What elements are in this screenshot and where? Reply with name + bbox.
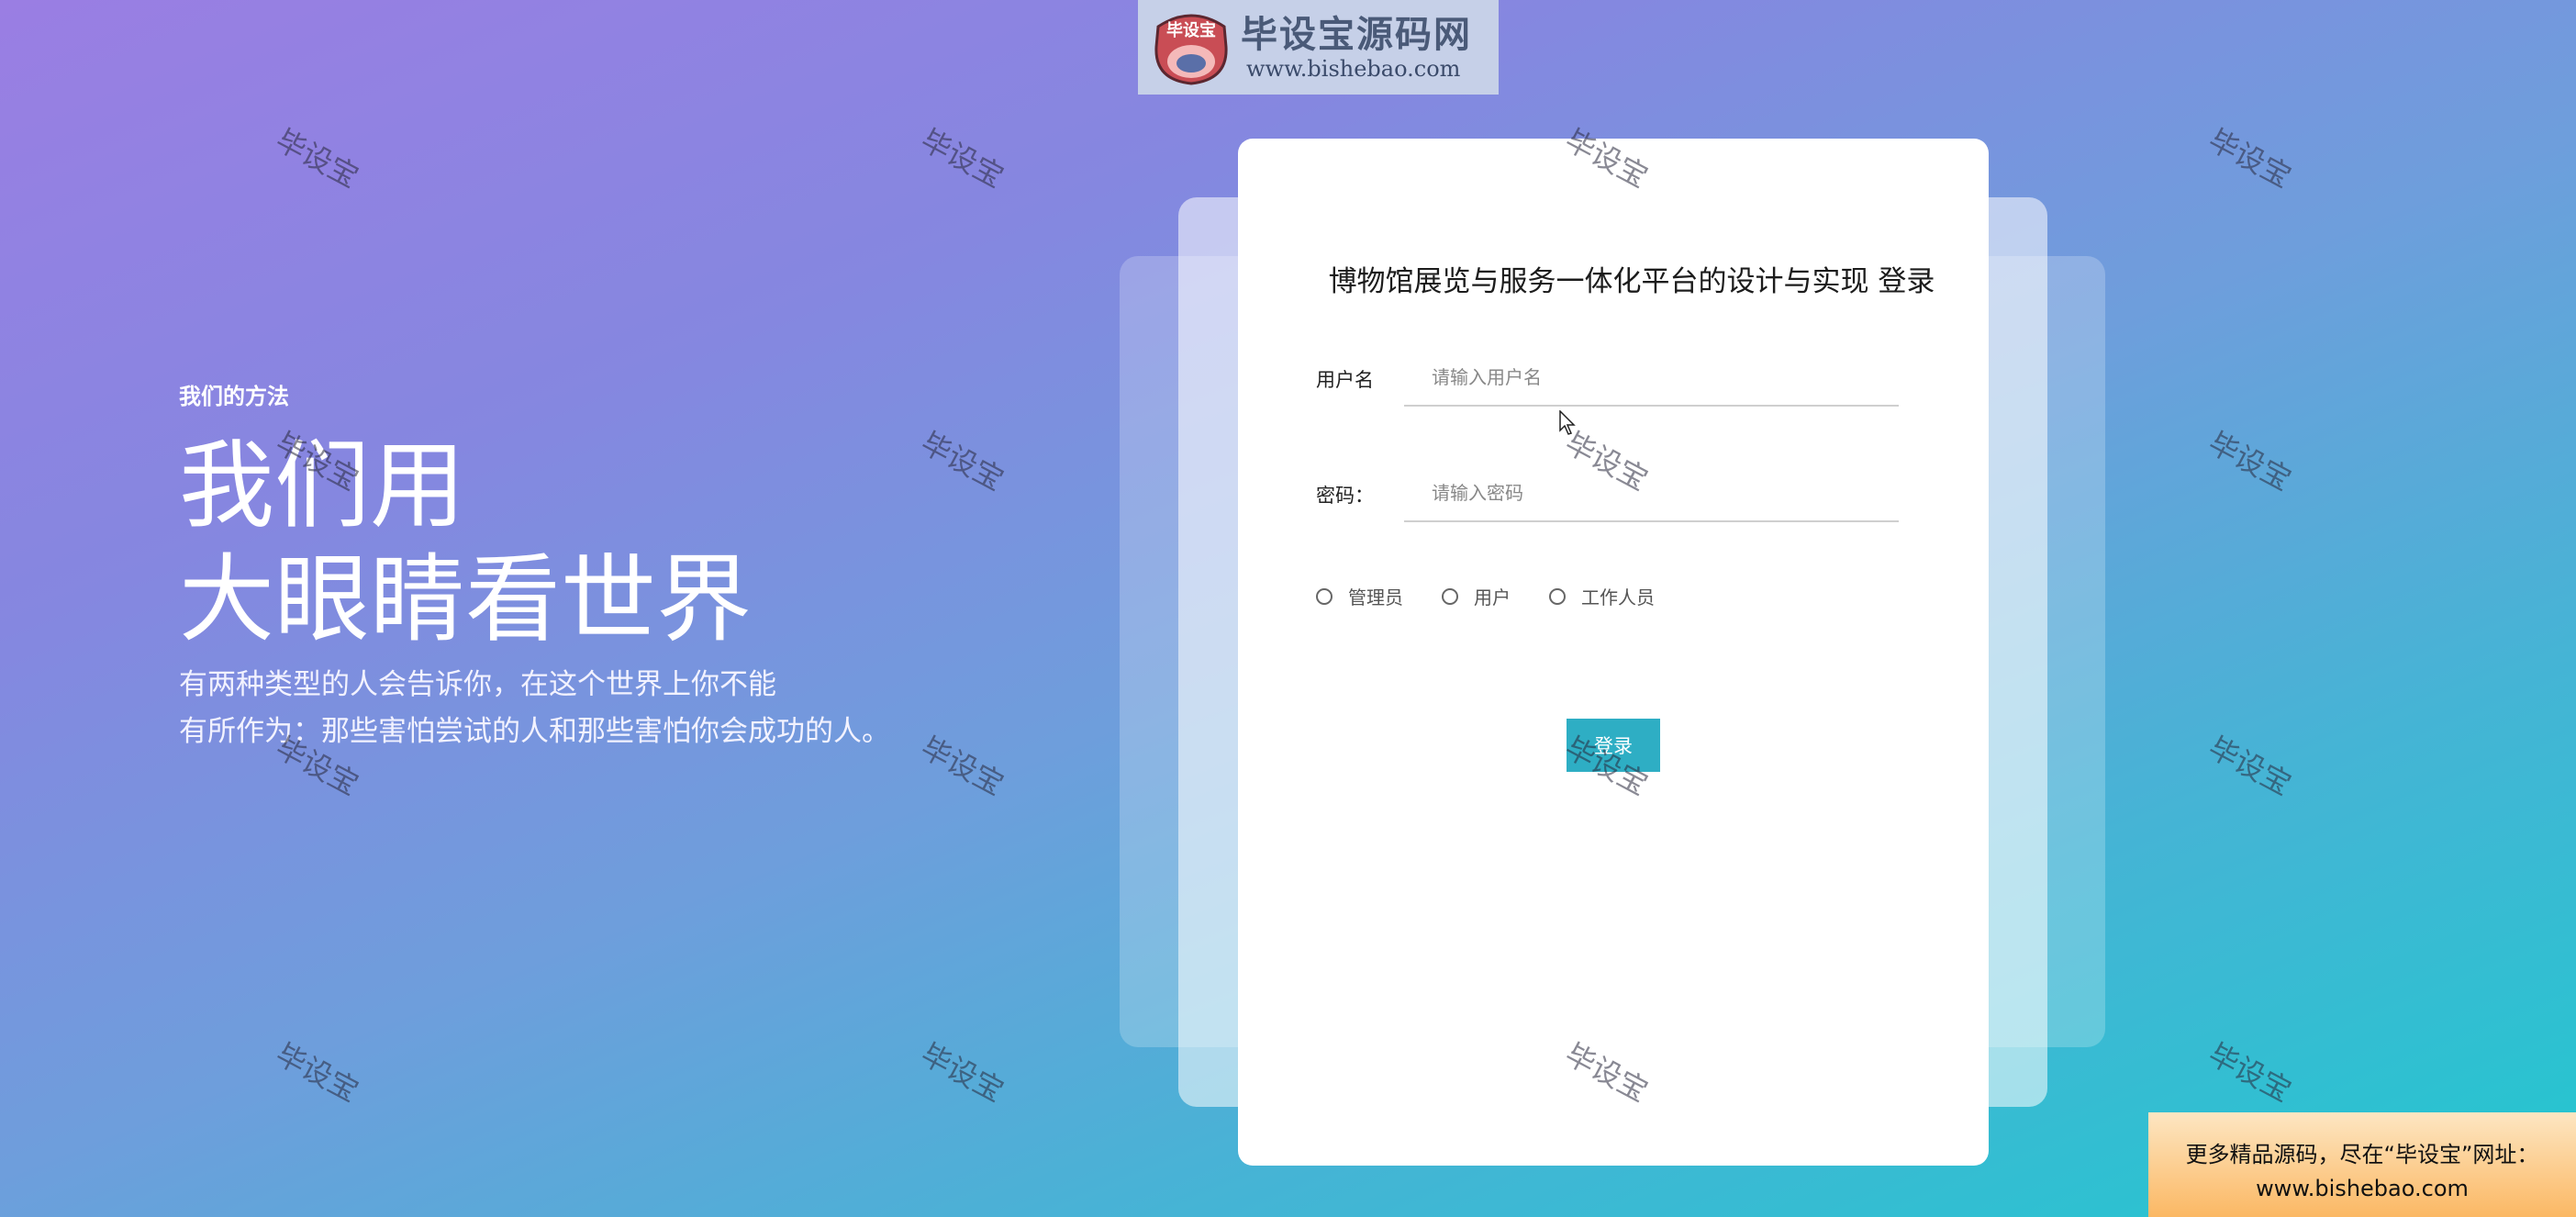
site-logo-banner: 毕设宝 毕设宝源码网 www.bishebao.com (1138, 0, 1499, 95)
logo-site-name: 毕设宝源码网 (1241, 13, 1472, 56)
watermark-text: 毕设宝 (2202, 425, 2297, 497)
hero-desc-line1: 有两种类型的人会告诉你，在这个世界上你不能 (179, 668, 776, 701)
hero-title-line2: 大眼睛看世界 (179, 543, 753, 655)
login-title: 博物馆展览与服务一体化平台的设计与实现 登录 (1328, 265, 1935, 298)
logo-icon: 毕设宝 (1149, 10, 1233, 85)
watermark-text: 毕设宝 (915, 122, 1009, 195)
radio-circle-icon[interactable] (1442, 587, 1458, 605)
role-option-label: 工作人员 (1581, 586, 1655, 608)
radio-circle-icon[interactable] (1549, 587, 1566, 605)
logo-badge-text: 毕设宝 (1166, 20, 1216, 40)
ad-line1: 更多精品源码，尽在“毕设宝”网址： (2185, 1142, 2539, 1167)
login-card: 博物馆展览与服务一体化平台的设计与实现 登录 用户名 密码： 管理员 用户 工作… (1238, 139, 1989, 1166)
watermark-text: 毕设宝 (2202, 1036, 2297, 1109)
role-radio-group: 管理员 用户 工作人员 (1316, 583, 1693, 609)
watermark-text: 毕设宝 (2202, 730, 2297, 802)
role-option-user[interactable]: 用户 (1442, 583, 1511, 609)
role-option-admin[interactable]: 管理员 (1316, 583, 1403, 609)
watermark-text: 毕设宝 (2202, 122, 2297, 195)
password-input[interactable] (1404, 465, 1899, 522)
username-input[interactable] (1404, 350, 1899, 407)
username-label: 用户名 (1316, 369, 1374, 391)
watermark-text: 毕设宝 (270, 122, 364, 195)
watermark-text: 毕设宝 (270, 1036, 364, 1109)
logo-site-url: www.bishebao.com (1246, 55, 1461, 82)
corner-ad-banner: 更多精品源码，尽在“毕设宝”网址： www.bishebao.com (2148, 1112, 2576, 1217)
role-option-label: 管理员 (1348, 586, 1403, 608)
hero-kicker: 我们的方法 (179, 384, 289, 409)
role-option-label: 用户 (1474, 586, 1511, 608)
ad-line2: www.bishebao.com (2256, 1176, 2469, 1201)
password-label: 密码： (1316, 485, 1374, 507)
watermark-text: 毕设宝 (915, 1036, 1009, 1109)
radio-circle-icon[interactable] (1316, 587, 1333, 605)
role-option-staff[interactable]: 工作人员 (1549, 583, 1655, 609)
